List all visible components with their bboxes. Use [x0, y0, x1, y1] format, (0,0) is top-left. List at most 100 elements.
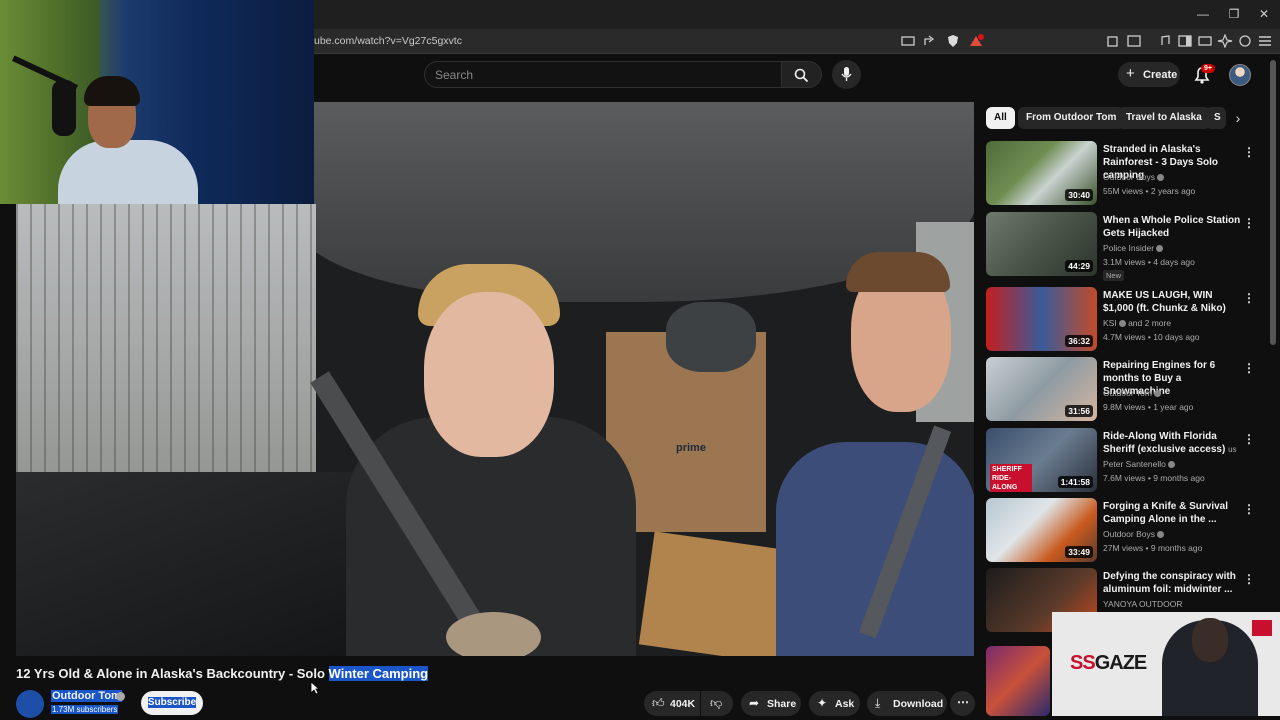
rec-channel[interactable]: Peter Santenello: [1103, 459, 1175, 469]
video-car-door: [16, 472, 366, 656]
chip-from-outdoor-tom[interactable]: From Outdoor Tom: [1018, 107, 1125, 129]
search-button[interactable]: [782, 61, 822, 88]
mouse-cursor-icon: [310, 681, 320, 695]
rec-channel[interactable]: YANOYA OUTDOOR: [1103, 599, 1183, 609]
rec-channel[interactable]: Outdoor Boys: [1103, 172, 1164, 182]
rec-channel[interactable]: Outdoor Boys: [1103, 529, 1164, 539]
more-vert-icon[interactable]: ⋮: [1243, 572, 1255, 586]
rewards-icon[interactable]: [968, 34, 984, 48]
channel-avatar[interactable]: [16, 690, 44, 718]
share-button[interactable]: ➦ Share: [741, 691, 801, 716]
video-boy-face: [424, 292, 554, 457]
music-icon[interactable]: [1157, 34, 1173, 48]
channel-name[interactable]: Outdoor Tom: [51, 690, 122, 702]
restore-icon[interactable]: ❐: [1219, 4, 1249, 24]
more-vert-icon[interactable]: ⋮: [1243, 361, 1255, 375]
url-text[interactable]: ube.com/watch?v=Vg27c5gxvtc: [314, 35, 462, 47]
download-button[interactable]: ⤓ Download: [867, 691, 947, 716]
rec-title[interactable]: When a Whole Police Station Gets Hijacke…: [1103, 214, 1243, 240]
voice-search-button[interactable]: [832, 60, 861, 89]
more-vert-icon[interactable]: ⋮: [1243, 291, 1255, 305]
ask-button[interactable]: ✦ Ask: [809, 691, 860, 716]
more-vert-icon[interactable]: ⋮: [1243, 432, 1255, 446]
streamer-webcam: [0, 0, 314, 204]
thumb-overlay-text: SHERIFF RIDE-ALONG: [990, 464, 1032, 492]
tab-manager-icon[interactable]: [1197, 34, 1213, 48]
create-label: Create: [1143, 69, 1178, 81]
rec-thumbnail[interactable]: [986, 646, 1050, 716]
duration-badge: 44:29: [1065, 260, 1093, 272]
new-badge: New: [1103, 270, 1125, 281]
sparkle-icon: ✦: [817, 696, 828, 710]
rec-meta: 7.6M views • 9 months ago: [1103, 473, 1205, 483]
more-vert-icon[interactable]: ⋮: [1243, 145, 1255, 159]
account-avatar[interactable]: [1229, 64, 1251, 86]
rec-title[interactable]: Defying the conspiracy with aluminum foi…: [1103, 570, 1243, 596]
leo-icon[interactable]: [1217, 34, 1233, 48]
search-input[interactable]: Search: [424, 61, 782, 88]
wallet-icon[interactable]: [1126, 34, 1142, 48]
like-count: 404K: [670, 698, 696, 710]
rec-title[interactable]: MAKE US LAUGH, WIN $1,000 (ft. Chunkz & …: [1103, 289, 1243, 315]
sidebar-scrollbar[interactable]: [1270, 60, 1276, 345]
rec-item[interactable]: 44:29 When a Whole Police Station Gets H…: [986, 212, 1266, 281]
menu-icon[interactable]: [1257, 34, 1273, 48]
rec-thumbnail[interactable]: 31:56: [986, 357, 1097, 421]
download-icon: ⤓: [875, 696, 881, 710]
rec-item[interactable]: 36:32 MAKE US LAUGH, WIN $1,000 (ft. Chu…: [986, 287, 1266, 353]
rec-item[interactable]: 33:49 Forging a Knife & Survival Camping…: [986, 498, 1266, 564]
extensions-icon[interactable]: [1105, 34, 1121, 48]
rec-item[interactable]: SHERIFF RIDE-ALONG 1:41:58 Ride-Along Wi…: [986, 428, 1266, 494]
like-button[interactable]: 👍︎ 404K: [644, 691, 700, 716]
streamer-hair: [84, 76, 140, 106]
video-title: 12 Yrs Old & Alone in Alaska's Backcount…: [16, 666, 429, 681]
rec-thumbnail[interactable]: 44:29: [986, 212, 1097, 276]
overlay-red-logo: [1252, 620, 1272, 636]
more-horizontal-icon: ⋯: [957, 695, 969, 709]
subscribe-label: Subscribe: [147, 697, 197, 708]
subscribe-button[interactable]: Subscribe: [141, 691, 203, 715]
rec-thumbnail[interactable]: SHERIFF RIDE-ALONG 1:41:58: [986, 428, 1097, 492]
rec-meta: 9.8M views • 1 year ago: [1103, 402, 1194, 412]
verified-icon: [1156, 174, 1164, 182]
share-page-icon[interactable]: [922, 34, 938, 48]
video-rock: [446, 612, 541, 656]
search-icon: [794, 68, 809, 83]
rec-channel[interactable]: Police Insider: [1103, 243, 1164, 253]
chip-s[interactable]: S: [1206, 107, 1226, 129]
rec-thumbnail[interactable]: 36:32: [986, 287, 1097, 351]
rec-meta: 3.1M views • 4 days ago: [1103, 257, 1195, 267]
streamer-shirt: [58, 140, 198, 204]
microphone-icon: [841, 67, 852, 81]
duration-badge: 33:49: [1065, 546, 1093, 558]
rec-thumbnail[interactable]: 30:40: [986, 141, 1097, 205]
more-actions-button[interactable]: ⋯: [950, 691, 975, 716]
vpn-icon[interactable]: [1237, 34, 1253, 48]
video-title-text: 12 Yrs Old & Alone in Alaska's Backcount…: [16, 666, 329, 681]
rec-title[interactable]: Forging a Knife & Survival Camping Alone…: [1103, 500, 1243, 526]
screen: { "browser": { "url": "ube.com/watch?v=V…: [0, 0, 1280, 720]
more-vert-icon[interactable]: ⋮: [1243, 216, 1255, 230]
verified-icon: [1118, 320, 1126, 328]
rec-thumbnail[interactable]: 33:49: [986, 498, 1097, 562]
duration-badge: 31:56: [1065, 405, 1093, 417]
verified-icon: [1156, 531, 1164, 539]
rec-title[interactable]: Ride-Along With Florida Sheriff (exclusi…: [1103, 430, 1243, 456]
create-button[interactable]: + Create: [1118, 62, 1180, 87]
dislike-button[interactable]: 👎︎: [701, 691, 733, 716]
verified-icon: [1167, 461, 1175, 469]
chip-all[interactable]: All: [986, 107, 1015, 129]
rec-item[interactable]: 30:40 Stranded in Alaska's Rainforest - …: [986, 141, 1266, 207]
rec-channel[interactable]: Outdoor Tom: [1103, 388, 1161, 398]
chevron-right-icon[interactable]: ›: [1229, 109, 1247, 127]
sidebar-toggle-icon[interactable]: [1177, 34, 1193, 48]
rec-item[interactable]: 31:56 Repairing Engines for 6 months to …: [986, 357, 1266, 423]
more-vert-icon[interactable]: ⋮: [1243, 502, 1255, 516]
close-icon[interactable]: ✕: [1249, 4, 1279, 24]
minimize-icon[interactable]: —: [1188, 4, 1218, 24]
rec-channel[interactable]: KSI and 2 more: [1103, 318, 1171, 328]
cast-icon[interactable]: [900, 34, 916, 48]
shield-icon[interactable]: [945, 34, 961, 48]
rec-meta: 55M views • 2 years ago: [1103, 186, 1196, 196]
chip-travel-to-alaska[interactable]: Travel to Alaska: [1118, 107, 1210, 129]
